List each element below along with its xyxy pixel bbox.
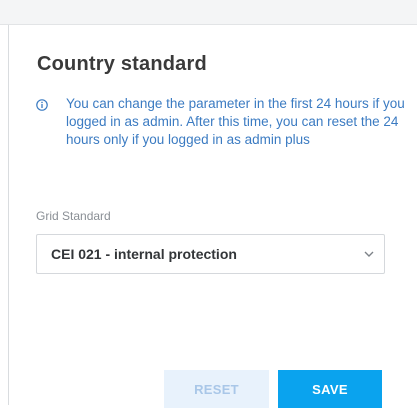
grid-standard-select[interactable]: CEI 021 - internal protection (36, 234, 385, 274)
chevron-down-icon (364, 251, 374, 257)
top-bar (0, 0, 417, 25)
page-title: Country standard (37, 53, 207, 75)
grid-standard-value: CEI 021 - internal protection (51, 246, 237, 262)
info-circle-icon (36, 99, 48, 111)
reset-button[interactable]: RESET (164, 370, 269, 408)
country-standard-panel: Country standard You can change the para… (8, 25, 417, 408)
grid-standard-label: Grid Standard (36, 209, 111, 223)
info-message: You can change the parameter in the firs… (66, 96, 405, 147)
save-button[interactable]: SAVE (278, 370, 382, 408)
